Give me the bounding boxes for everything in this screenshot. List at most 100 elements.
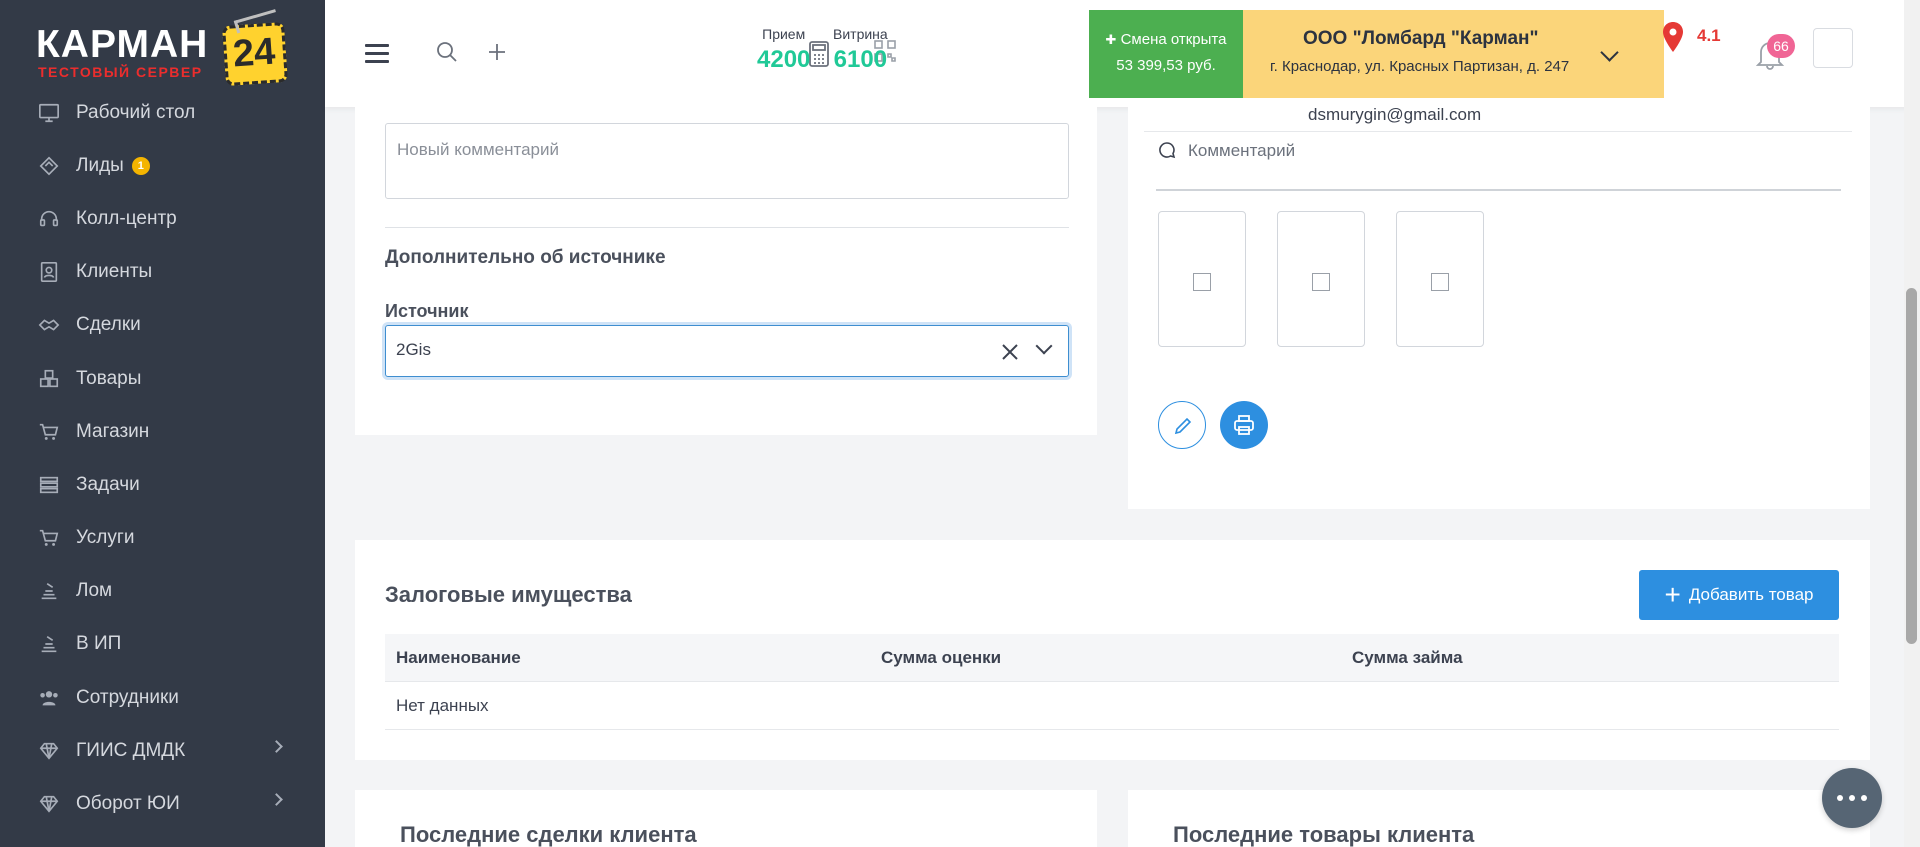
source-select-value: 2Gis bbox=[396, 340, 431, 359]
source-card: Новый комментарий Дополнительно об источ… bbox=[355, 107, 1097, 435]
divider bbox=[1144, 131, 1852, 132]
sidebar-item-scrap[interactable]: Лом bbox=[0, 565, 325, 618]
plus-icon[interactable] bbox=[485, 40, 509, 64]
shift-amount: 53 399,53 руб. bbox=[1116, 57, 1216, 74]
recent-deals-card: Последние сделки клиента bbox=[355, 790, 1097, 847]
sidebar-item-goods[interactable]: Товары bbox=[0, 352, 325, 405]
shift-title: Смена открыта bbox=[1120, 31, 1227, 48]
sidebar-item-giis[interactable]: ГИИС ДМДК bbox=[0, 724, 325, 777]
diamond-icon bbox=[38, 740, 60, 762]
sidebar-item-desktop[interactable]: Рабочий стол bbox=[0, 86, 325, 139]
rating-value: 4.1 bbox=[1697, 26, 1721, 45]
leads-count-badge: 1 bbox=[131, 156, 150, 175]
sidebar-item-tasks[interactable]: Задачи bbox=[0, 458, 325, 511]
chevron-down-icon bbox=[1035, 337, 1053, 355]
avatar[interactable] bbox=[1813, 28, 1853, 68]
broken-image-icon bbox=[1431, 273, 1449, 291]
clear-icon[interactable] bbox=[1000, 342, 1020, 362]
tasks-icon bbox=[38, 474, 60, 496]
stat-showcase: Витрина 6100 bbox=[833, 26, 888, 74]
logo-badge: 24 bbox=[221, 21, 289, 87]
document-thumbnail[interactable] bbox=[1158, 211, 1246, 347]
document-thumbnail[interactable] bbox=[1277, 211, 1365, 347]
company-selector[interactable]: ООО "Ломбард "Карман" г. Краснодар, ул. … bbox=[1243, 10, 1664, 98]
sidebar-item-label: Лом bbox=[76, 580, 113, 602]
comment-label: Комментарий bbox=[1188, 141, 1296, 160]
sidebar-item-label: Клиенты bbox=[76, 261, 153, 283]
sidebar-item-label: Оборот ЮИ bbox=[76, 793, 180, 815]
broken-image-icon bbox=[1193, 273, 1211, 291]
document-thumbnail[interactable] bbox=[1396, 211, 1484, 347]
sidebar-item-employees[interactable]: Сотрудники bbox=[0, 671, 325, 724]
topbar: Прием 4200 Витрина 6100 ✚ Смена открыта … bbox=[325, 0, 1920, 107]
comment-icon bbox=[1159, 142, 1176, 159]
calculator-icon[interactable] bbox=[808, 40, 830, 68]
sidebar-item-ip[interactable]: В ИП bbox=[0, 618, 325, 671]
column-header[interactable]: Наименование bbox=[396, 648, 521, 668]
sidebar-item-label: Сделки bbox=[76, 314, 141, 336]
stat-label: Прием bbox=[762, 26, 806, 42]
logo-brand: КАРМАН bbox=[36, 23, 209, 66]
stat-value: 6100 bbox=[833, 46, 888, 73]
printer-icon bbox=[1234, 415, 1254, 435]
edit-button[interactable] bbox=[1158, 401, 1206, 449]
column-header[interactable]: Сумма оценки bbox=[881, 648, 1001, 668]
stat-accept: Прием 4200 bbox=[757, 26, 810, 74]
sidebar-item-turnover[interactable]: Оборот ЮИ bbox=[0, 777, 325, 830]
cart-icon bbox=[38, 421, 60, 443]
logo[interactable]: КАРМАН ТЕСТОВЫЙ СЕРВЕР 24 bbox=[36, 8, 292, 88]
stat-value: 4200 bbox=[757, 46, 811, 73]
leads-icon bbox=[38, 155, 60, 177]
search-icon[interactable] bbox=[435, 40, 459, 64]
divider bbox=[385, 227, 1069, 228]
source-label: Источник bbox=[385, 301, 469, 321]
chevron-right-icon bbox=[270, 793, 283, 807]
pledge-card: Залоговые имущества + Добавить товар Наи… bbox=[355, 540, 1870, 760]
source-select[interactable]: 2Gis bbox=[385, 325, 1069, 377]
sidebar-item-callcenter[interactable]: Колл-центр bbox=[0, 192, 325, 245]
cart-icon bbox=[38, 527, 60, 549]
hamburger-menu-icon[interactable] bbox=[365, 44, 389, 64]
sidebar-item-label: В ИП bbox=[76, 633, 122, 655]
sidebar-item-label: Сотрудники bbox=[76, 686, 179, 708]
sidebar: КАРМАН ТЕСТОВЫЙ СЕРВЕР 24 Рабочий стол Л… bbox=[0, 0, 325, 847]
new-comment-input[interactable]: Новый комментарий bbox=[385, 123, 1069, 199]
chat-fab-button[interactable] bbox=[1822, 768, 1882, 828]
sidebar-item-label: Колл-центр bbox=[76, 207, 177, 229]
shift-status-button[interactable]: ✚ Смена открыта 53 399,53 руб. bbox=[1089, 10, 1243, 98]
puzzle-icon: ✚ bbox=[1105, 32, 1117, 47]
recent-goods-card: Последние товары клиента bbox=[1128, 790, 1870, 847]
empty-state: Нет данных bbox=[396, 696, 489, 715]
sidebar-item-label: Задачи bbox=[76, 473, 140, 495]
print-button[interactable] bbox=[1220, 401, 1268, 449]
map-pin-icon[interactable] bbox=[1662, 22, 1684, 52]
sidebar-item-services[interactable]: Услуги bbox=[0, 512, 325, 565]
handshake-icon bbox=[38, 314, 60, 336]
diamond-icon bbox=[38, 793, 60, 815]
sidebar-item-label: Магазин bbox=[76, 420, 150, 442]
sidebar-item-clients[interactable]: Клиенты bbox=[0, 246, 325, 299]
sidebar-item-label: Лиды bbox=[76, 154, 124, 176]
recent-goods-title: Последние товары клиента bbox=[1173, 822, 1475, 847]
pledge-title: Залоговые имущества bbox=[385, 582, 632, 607]
sidebar-item-label: Товары bbox=[76, 367, 142, 389]
add-product-button[interactable]: + Добавить товар bbox=[1639, 570, 1839, 620]
boxes-icon bbox=[38, 368, 60, 390]
sidebar-item-deals[interactable]: Сделки bbox=[0, 299, 325, 352]
source-section-title: Дополнительно об источнике bbox=[385, 247, 666, 268]
recent-deals-title: Последние сделки клиента bbox=[400, 822, 697, 847]
column-header[interactable]: Сумма займа bbox=[1352, 648, 1463, 668]
sidebar-item-shop[interactable]: Магазин bbox=[0, 405, 325, 458]
sidebar-item-leads[interactable]: Лиды 1 bbox=[0, 139, 325, 192]
company-address: г. Краснодар, ул. Красных Партизан, д. 2… bbox=[1270, 58, 1570, 75]
clients-icon bbox=[38, 261, 60, 283]
broken-image-icon bbox=[1312, 273, 1330, 291]
scrollbar-thumb[interactable] bbox=[1906, 288, 1917, 644]
desktop-icon bbox=[38, 102, 60, 124]
scrap-icon bbox=[38, 633, 60, 655]
plus-icon: + bbox=[1664, 579, 1681, 610]
client-card: dsmurygin@gmail.com Комментарий bbox=[1128, 105, 1870, 509]
pencil-icon bbox=[1174, 417, 1192, 435]
headset-icon bbox=[38, 208, 60, 230]
client-email: dsmurygin@gmail.com bbox=[1308, 105, 1482, 124]
